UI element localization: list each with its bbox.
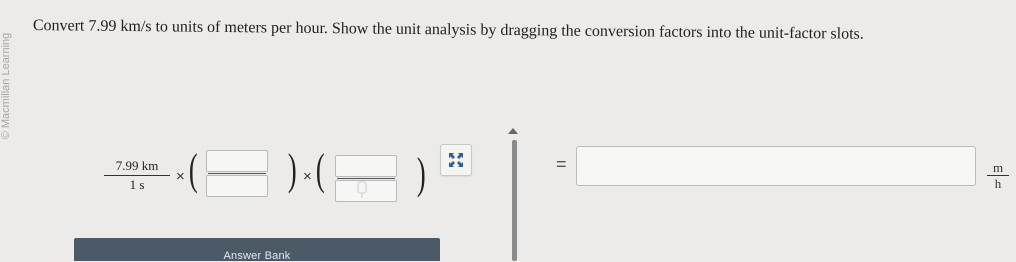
- equals-symbol: =: [556, 154, 567, 174]
- open-paren: (: [315, 145, 325, 194]
- answer-unit-fraction: m h: [987, 160, 1009, 191]
- multiply-symbol: ×: [303, 168, 312, 185]
- expand-button[interactable]: [440, 144, 472, 176]
- answer-bank-label: Answer Bank: [223, 250, 291, 262]
- fraction-bar: [337, 178, 395, 179]
- expand-arrows-icon: [449, 153, 463, 167]
- multiply-symbol: ×: [176, 168, 185, 185]
- fraction-bar: [208, 173, 266, 174]
- conversion-factor-1: [206, 150, 268, 197]
- answer-bank-header[interactable]: Answer Bank: [74, 238, 440, 262]
- factor-1-numerator-slot[interactable]: [206, 150, 268, 172]
- close-paren: ): [416, 149, 426, 198]
- given-numerator: 7.99 km: [104, 158, 170, 176]
- drag-ghost-icon: [355, 181, 369, 199]
- scroll-up-arrow-icon[interactable]: [508, 128, 518, 134]
- answer-input[interactable]: [576, 146, 976, 186]
- unit-denominator: h: [994, 176, 1002, 191]
- scrollbar[interactable]: [512, 140, 517, 261]
- unit-analysis-equation: 7.99 km 1 s × ( ) × ( ) = m h: [0, 0, 1016, 261]
- open-paren: (: [188, 145, 198, 194]
- given-quantity-fraction: 7.99 km 1 s: [104, 158, 170, 193]
- unit-numerator: m: [987, 160, 1009, 176]
- factor-2-numerator-slot[interactable]: [335, 155, 397, 177]
- factor-1-denominator-slot[interactable]: [206, 175, 268, 197]
- close-paren: ): [287, 145, 297, 194]
- given-denominator: 1 s: [129, 177, 145, 192]
- conversion-factor-2: [335, 155, 397, 202]
